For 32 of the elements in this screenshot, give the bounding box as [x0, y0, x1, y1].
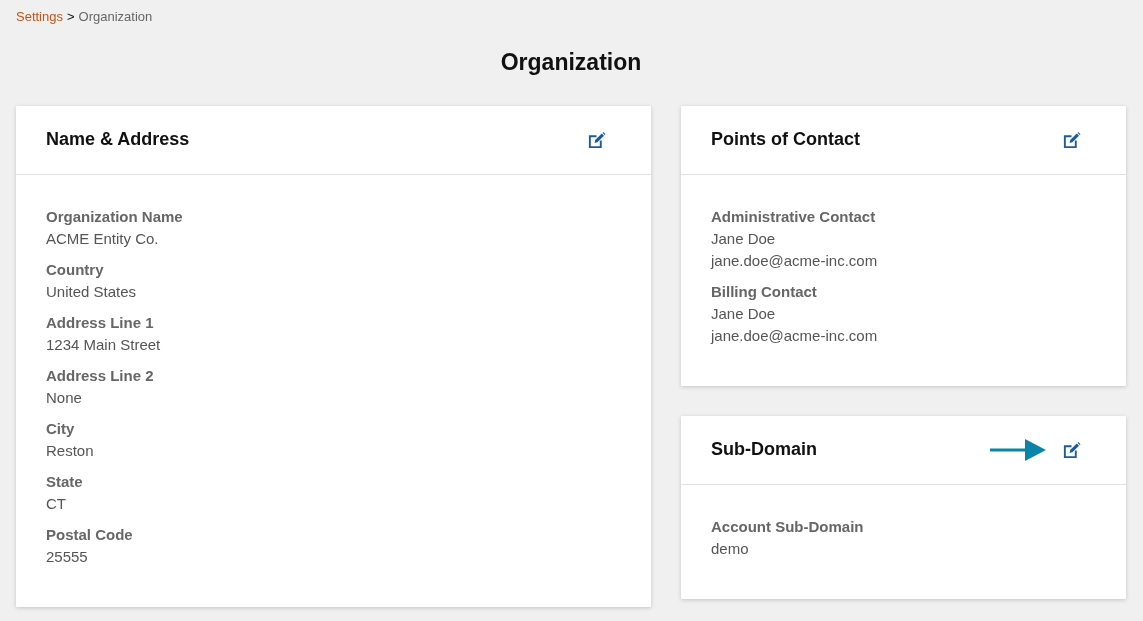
- field-value: ACME Entity Co.: [46, 229, 160, 249]
- field-value: demo: [711, 539, 750, 559]
- field-label: Address Line 1: [46, 313, 155, 333]
- field-value: CT: [46, 494, 67, 514]
- field-label: Organization Name: [46, 207, 184, 227]
- field-label: Postal Code: [46, 525, 134, 545]
- field-value: Jane Doe: [711, 304, 777, 324]
- field-value: Reston: [46, 441, 95, 461]
- edit-icon[interactable]: [1062, 130, 1081, 150]
- edit-icon[interactable]: [587, 130, 606, 150]
- field-value: 25555: [46, 547, 89, 567]
- breadcrumb-separator: >: [67, 8, 75, 26]
- field-value: jane.doe@acme-inc.com: [711, 326, 879, 346]
- field-value: jane.doe@acme-inc.com: [711, 251, 879, 271]
- field-label: Administrative Contact: [711, 207, 877, 227]
- card-title: Points of Contact: [711, 129, 860, 151]
- field-label: City: [46, 419, 76, 439]
- field-value: United States: [46, 282, 138, 302]
- edit-icon[interactable]: [1062, 440, 1081, 460]
- card-title: Name & Address: [46, 129, 190, 151]
- field-value: 1234 Main Street: [46, 335, 162, 355]
- breadcrumb-current: Organization: [78, 8, 153, 26]
- page-title: Organization: [499, 48, 643, 77]
- field-label: Account Sub-Domain: [711, 517, 865, 537]
- card-title: Sub-Domain: [711, 439, 817, 461]
- field-label: State: [46, 472, 84, 492]
- field-label: Address Line 2: [46, 366, 155, 386]
- breadcrumb-link[interactable]: Settings: [16, 8, 63, 26]
- field-label: Billing Contact: [711, 282, 818, 302]
- field-label: Country: [46, 260, 105, 280]
- field-value: None: [46, 388, 83, 408]
- field-value: Jane Doe: [711, 229, 777, 249]
